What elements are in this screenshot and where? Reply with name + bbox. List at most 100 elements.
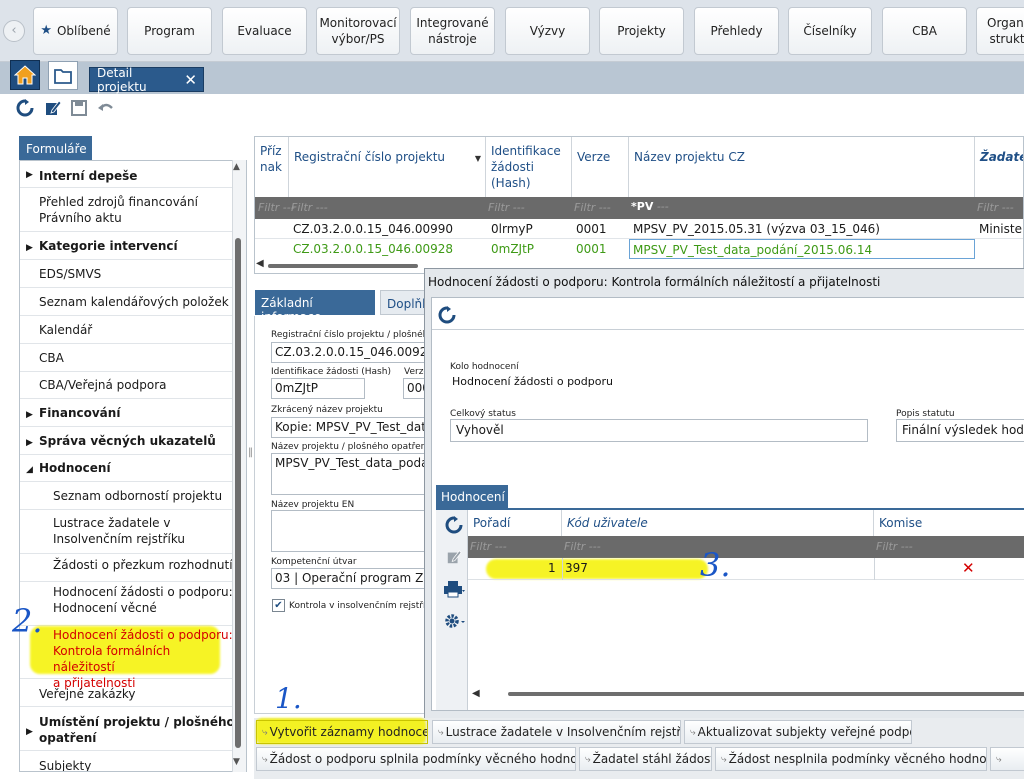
- sidebar-item-zadosti-prezkum[interactable]: Žádosti o přezkum rozhodnutí: [20, 555, 235, 582]
- sidebar-item-hodnoceni-vecne[interactable]: Hodnocení žádosti o podporu: Hodnocení v…: [20, 583, 235, 626]
- refresh-icon[interactable]: [438, 306, 456, 327]
- sidebar-item-sprava-ukazatelu[interactable]: ▶ Správa věcných ukazatelů: [20, 428, 235, 455]
- tab-formulare[interactable]: Formuláře: [19, 136, 92, 160]
- folder-button[interactable]: [48, 61, 78, 90]
- column-header-priznak[interactable]: Příz nak: [255, 137, 289, 197]
- sidebar-item-hodnoceni[interactable]: ◢ Hodnocení: [20, 455, 235, 482]
- refresh-icon[interactable]: [442, 514, 466, 536]
- sidebar-item-umisteni-projektu[interactable]: ▶ Umístění projektu / plošného opatření: [20, 708, 235, 751]
- nazev-projektu-field[interactable]: MPSV_PV_Test_data_podán: [271, 453, 425, 495]
- tab-doplnkove[interactable]: Doplňk: [380, 290, 425, 315]
- column-header-zadatel[interactable]: Žadatel: [975, 137, 1023, 197]
- filter-input[interactable]: Filtr ---: [564, 540, 601, 553]
- left-scrollbar-thumb[interactable]: [235, 238, 241, 748]
- splitter-handle[interactable]: ‖: [248, 447, 253, 458]
- label-zkraceny: Zkrácený název projektu: [271, 405, 383, 415]
- gear-icon[interactable]: [442, 610, 466, 632]
- nav-evaluace-button[interactable]: Evaluace: [222, 7, 307, 55]
- column-header-registracni[interactable]: Registrační číslo projektu ▼: [289, 137, 486, 197]
- filter-input[interactable]: Filtr ---: [291, 201, 328, 214]
- undo-icon[interactable]: [96, 98, 116, 118]
- scroll-left-icon[interactable]: ◀: [256, 258, 264, 269]
- verze-field[interactable]: 000: [403, 378, 425, 399]
- scroll-left-icon[interactable]: ◀: [472, 688, 480, 699]
- celkovy-status-field[interactable]: Vyhověl: [450, 419, 868, 442]
- sidebar-item-verejne-zakazky[interactable]: Veřejné zakázky: [20, 680, 235, 707]
- nav-projekty-button[interactable]: Projekty: [599, 7, 684, 55]
- tab-detail-projektu[interactable]: Detail projektu ✕: [89, 66, 204, 94]
- filter-input[interactable]: Filtr ---: [876, 540, 913, 553]
- filter-input[interactable]: Filtr ---: [488, 201, 525, 214]
- aktualizovat-subjekty-button[interactable]: ⤷ Aktualizovat subjekty veřejné podpory: [684, 720, 912, 744]
- sidebar-item-subjekty[interactable]: Subjekty: [20, 752, 235, 771]
- filter-input[interactable]: Filtr ---: [470, 540, 507, 553]
- column-header-nazev[interactable]: Název projektu CZ: [629, 137, 975, 197]
- table-row-selected[interactable]: CZ.03.2.0.0.15_046.00928 0mZJtP 0001 MPS…: [255, 239, 1023, 259]
- filter-input[interactable]: Filtr ---: [574, 201, 611, 214]
- registracni-field[interactable]: CZ.03.2.0.0.15_046.00928: [271, 342, 425, 363]
- more-actions-button[interactable]: ⤷: [990, 747, 1024, 771]
- nav-integrovane-button[interactable]: Integrované nástroje: [410, 7, 495, 55]
- nav-ciselniky-button[interactable]: Číselníky: [788, 7, 872, 55]
- sidebar-item-seznam-odbornosti[interactable]: Seznam odborností projektu: [20, 483, 235, 510]
- sidebar-item-kalendar[interactable]: Kalendář: [20, 317, 235, 344]
- scroll-down-icon[interactable]: ▼: [233, 757, 240, 767]
- insolvency-checkbox[interactable]: ✔: [272, 599, 285, 612]
- sidebar-item-kontrola-formalnich[interactable]: Hodnocení žádosti o podporu: Kontrola fo…: [20, 627, 235, 690]
- column-header-verze[interactable]: Verze: [572, 137, 629, 197]
- refresh-icon[interactable]: [15, 98, 35, 118]
- popis-statutu-field[interactable]: Finální výsledek hodnoc: [896, 419, 1024, 442]
- kompetencni-utvar-field[interactable]: 03 | Operační program Zam: [271, 568, 425, 589]
- sidebar-item-financovani[interactable]: ▶ Financování: [20, 400, 235, 427]
- sidebar-item-lustrace[interactable]: Lustrace žadatele v Insolvenčním rejstří…: [20, 511, 235, 554]
- column-header-identifikace[interactable]: Identifikace žádosti (Hash): [486, 137, 572, 197]
- filter-input-nazev[interactable]: *PV ---: [631, 200, 669, 213]
- lustrace-zadatele-button[interactable]: ⤷ Lustrace žadatele v Insolvenčním rejstř…: [432, 720, 681, 744]
- nav-vyzvy-button[interactable]: Výzvy: [505, 7, 590, 55]
- column-header-poradi[interactable]: Pořadí: [468, 510, 562, 536]
- hash-field[interactable]: 0mZJtP: [271, 378, 365, 399]
- table-row[interactable]: CZ.03.2.0.0.15_046.00990 0lrmyP 0001 MPS…: [255, 219, 1023, 239]
- zadost-splnila-button[interactable]: ⤷ Žádost o podporu splnila podmínky věcné…: [256, 747, 576, 771]
- nazev-en-field[interactable]: [271, 510, 425, 552]
- sidebar-item-seznam-kalendarovych[interactable]: Seznam kalendářových položek: [20, 289, 235, 316]
- sidebar-item-interni-depese[interactable]: ▶ Interní depeše: [20, 165, 235, 188]
- kolo-value: Hodnocení žádosti o podporu: [452, 375, 613, 388]
- edit-icon[interactable]: [442, 546, 466, 568]
- sidebar-item-eds-smvs[interactable]: EDS/SMVS: [20, 261, 235, 288]
- tab-zakladni-informace[interactable]: Základní informace: [255, 290, 375, 324]
- circle-back-icon[interactable]: ‹: [3, 20, 25, 42]
- sidebar-item-prehled-zdroju[interactable]: Přehled zdrojů financování Právního aktu: [20, 189, 235, 232]
- close-icon[interactable]: ✕: [184, 71, 197, 89]
- column-header-komise[interactable]: Komise: [874, 510, 1024, 536]
- sidebar-item-kategorie[interactable]: ▶ Kategorie intervencí: [20, 233, 235, 260]
- label-kompetencni: Kompetenční útvar: [271, 557, 357, 567]
- print-icon[interactable]: [442, 578, 466, 600]
- zadatel-stahl-button[interactable]: ⤷ Žadatel stáhl žádost: [579, 747, 712, 771]
- sidebar-item-cba-verejna[interactable]: CBA/Veřejná podpora: [20, 372, 235, 399]
- nav-prehledy-button[interactable]: Přehledy: [694, 7, 779, 55]
- nav-program-button[interactable]: Program: [127, 7, 212, 55]
- vytvorit-zaznamy-button[interactable]: ⤷ Vytvořit záznamy hodnocení: [256, 720, 428, 744]
- nav-cba-button[interactable]: CBA: [882, 7, 967, 55]
- table-row[interactable]: 1 397 ✕: [468, 558, 1024, 580]
- nav-oblibene-button[interactable]: ★ Oblíbené: [33, 7, 118, 55]
- tab-hodnoceni[interactable]: Hodnocení: [436, 485, 508, 509]
- edit-icon[interactable]: [43, 98, 63, 118]
- grid-horizontal-scrollbar[interactable]: [268, 264, 418, 268]
- column-header-kod-uzivatele[interactable]: Kód uživatele: [562, 510, 874, 536]
- filter-input[interactable]: Filtr ---: [258, 201, 295, 214]
- nav-organizacni-button[interactable]: Organi strukt: [976, 7, 1024, 55]
- home-button[interactable]: [10, 60, 40, 90]
- grid-horizontal-scrollbar[interactable]: [508, 692, 1024, 696]
- nav-monitorovaci-button[interactable]: Monitorovací výbor/PS: [316, 7, 400, 55]
- evaluation-dialog: Hodnocení žádosti o podporu: Kontrola fo…: [424, 268, 1024, 720]
- save-icon[interactable]: [69, 98, 89, 118]
- filter-input[interactable]: Filtr ---: [977, 201, 1014, 214]
- scroll-up-icon[interactable]: ▲: [233, 162, 240, 172]
- zadost-nesplnila-button[interactable]: ⤷ Žádost nesplnila podmínky věcného hodno…: [715, 747, 987, 771]
- sidebar-item-cba[interactable]: CBA: [20, 345, 235, 372]
- poradi-cell: 1: [548, 561, 556, 575]
- zkraceny-nazev-field[interactable]: Kopie: MPSV_PV_Test_data_: [271, 417, 425, 438]
- delete-icon[interactable]: ✕: [962, 559, 975, 577]
